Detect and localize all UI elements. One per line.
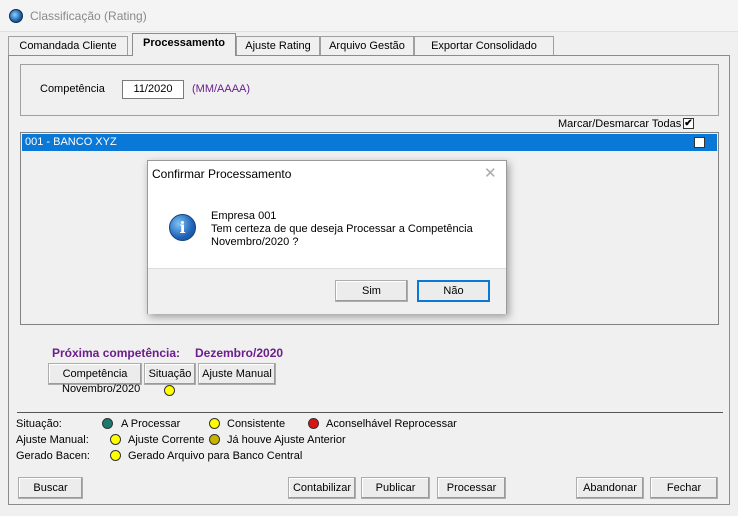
window-title: Classificação (Rating) xyxy=(30,9,147,23)
title-bar: Classificação (Rating) xyxy=(0,0,738,32)
dialog-footer: Sim Não xyxy=(148,268,506,314)
dialog-message-line2: Tem certeza de que deseja Processar a Co… xyxy=(211,223,473,235)
row-checkbox[interactable]: ✔ xyxy=(694,137,705,148)
competencia-format-hint: (MM/AAAA) xyxy=(192,83,251,95)
legend-consistente: Consistente xyxy=(227,418,286,430)
abandonar-button[interactable]: Abandonar xyxy=(576,477,644,499)
next-competencia-label: Próxima competência: xyxy=(52,346,181,360)
buscar-button[interactable]: Buscar xyxy=(18,477,83,499)
next-competencia-value: Dezembro/2020 xyxy=(195,346,284,360)
legend-a-processar: A Processar xyxy=(121,418,181,430)
divider xyxy=(17,412,723,413)
situacao-status-dot xyxy=(164,385,175,396)
dialog-message-line3: Novembro/2020 ? xyxy=(211,236,299,248)
consistente-dot xyxy=(209,418,220,429)
dialog-message-line1: Empresa 001 xyxy=(211,210,277,222)
confirm-dialog: Confirmar Processamento ✕ i Empresa 001 … xyxy=(147,160,507,314)
column-header-ajuste-manual[interactable]: Ajuste Manual xyxy=(198,363,276,385)
legend-bacen-label: Gerado Bacen: xyxy=(16,450,90,462)
legend-gerado: Gerado Arquivo para Banco Central xyxy=(128,450,303,462)
app-icon xyxy=(9,9,23,23)
ajuste-corrente-dot xyxy=(110,434,121,445)
close-icon[interactable]: ✕ xyxy=(484,164,497,182)
mark-all-label: Marcar/Desmarcar Todas xyxy=(558,118,682,130)
competencia-input[interactable]: 11/2020 xyxy=(122,80,184,99)
no-button[interactable]: Não xyxy=(417,280,490,302)
gerado-dot xyxy=(110,450,121,461)
processar-button[interactable]: Processar xyxy=(437,477,506,499)
publicar-button[interactable]: Publicar xyxy=(361,477,430,499)
subtable-competencia-cell: Novembro/2020 xyxy=(62,383,141,395)
ja-houve-dot xyxy=(209,434,220,445)
dialog-title: Confirmar Processamento xyxy=(152,167,292,181)
dialog-message: Empresa 001 Tem certeza de que deseja Pr… xyxy=(211,210,473,249)
tab-exportar-consolidado[interactable]: Exportar Consolidado xyxy=(414,36,554,55)
tab-processamento[interactable]: Processamento xyxy=(132,33,236,56)
column-header-competencia[interactable]: Competência xyxy=(48,363,142,385)
list-item-label: 001 - BANCO XYZ xyxy=(25,136,117,148)
list-item[interactable]: 001 - BANCO XYZ ✔ xyxy=(22,134,717,151)
legend-reprocessar: Aconselhável Reprocessar xyxy=(326,418,457,430)
tab-strip: Comandada Cliente Processamento Ajuste R… xyxy=(8,33,730,56)
info-icon: i xyxy=(169,214,196,241)
legend-ja-houve: Já houve Ajuste Anterior xyxy=(227,434,346,446)
legend-ajuste-label: Ajuste Manual: xyxy=(16,434,89,446)
fechar-button[interactable]: Fechar xyxy=(650,477,718,499)
legend-ajuste-corrente: Ajuste Corrente xyxy=(128,434,205,446)
contabilizar-button[interactable]: Contabilizar xyxy=(288,477,356,499)
yes-button[interactable]: Sim xyxy=(335,280,408,302)
tab-ajuste-rating[interactable]: Ajuste Rating xyxy=(236,36,320,55)
a-processar-dot xyxy=(102,418,113,429)
reprocessar-dot xyxy=(308,418,319,429)
tab-arquivo-gestao[interactable]: Arquivo Gestão xyxy=(320,36,414,55)
legend-situacao-label: Situação: xyxy=(16,418,62,430)
tab-comandada-cliente[interactable]: Comandada Cliente xyxy=(8,36,128,55)
column-header-situacao[interactable]: Situação xyxy=(144,363,196,385)
competencia-label: Competência xyxy=(40,83,105,95)
mark-all-checkbox[interactable]: ✔ xyxy=(683,118,694,129)
